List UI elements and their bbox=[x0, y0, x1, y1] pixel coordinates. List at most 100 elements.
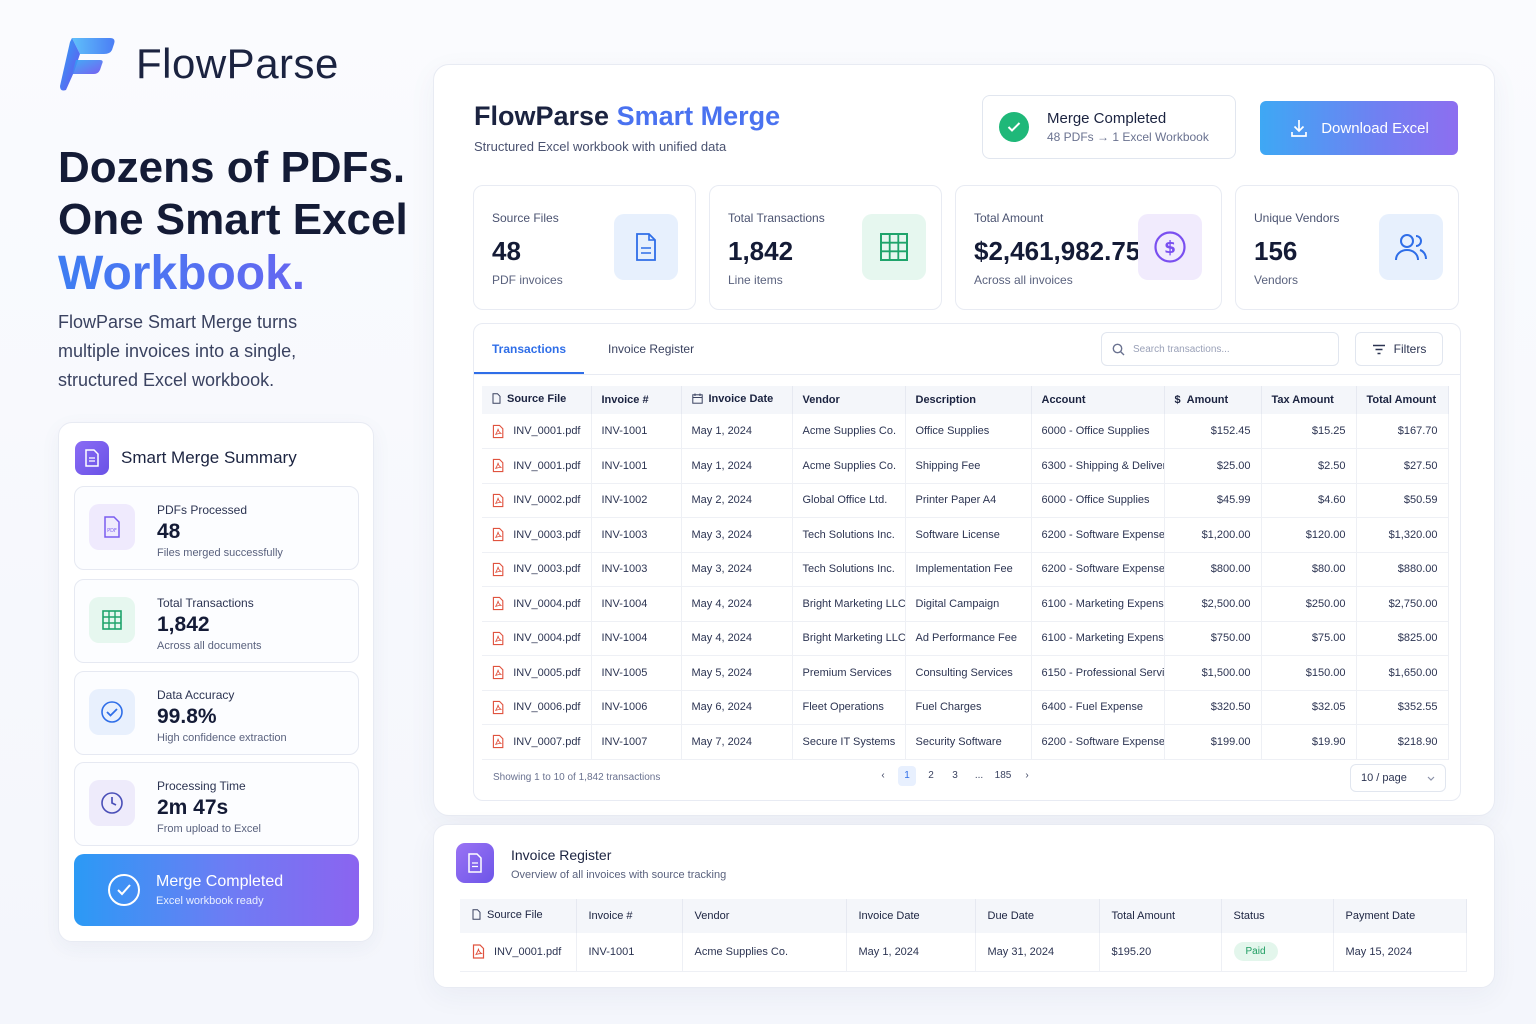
kpi-unique-vendors: Unique Vendors 156 Vendors bbox=[1235, 185, 1459, 310]
filters-button[interactable]: Filters bbox=[1355, 332, 1443, 366]
download-label: Download Excel bbox=[1321, 119, 1429, 137]
pdf-file-icon bbox=[492, 528, 504, 542]
smart-merge-panel: FlowParse Smart Merge Structured Excel w… bbox=[433, 64, 1495, 816]
cell-description: Fuel Charges bbox=[905, 690, 1032, 725]
table-row[interactable]: INV_0005.pdf INV-1005 May 5, 2024 Premium S… bbox=[482, 655, 1449, 691]
download-excel-button[interactable]: Download Excel bbox=[1260, 101, 1458, 155]
table-row[interactable]: INV_0001.pdf INV-1001 May 1, 2024 Acme Supp… bbox=[482, 448, 1449, 484]
cell-account: 6000 - Office Supplies bbox=[1031, 483, 1165, 518]
banner-subtitle: Excel workbook ready bbox=[156, 895, 264, 907]
file-name: INV_0001.pdf bbox=[513, 425, 581, 437]
col-total-amount[interactable]: Total Amount bbox=[1356, 386, 1449, 414]
cell-source-file: INV_0005.pdf bbox=[482, 655, 592, 691]
cell-account: 6000 - Office Supplies bbox=[1031, 414, 1165, 449]
page-3[interactable]: 3 bbox=[946, 766, 964, 786]
register-subtitle: Overview of all invoices with source tra… bbox=[511, 869, 727, 881]
table-row[interactable]: INV_0006.pdf INV-1006 May 6, 2024 Fleet Ope… bbox=[482, 690, 1449, 725]
per-page-select[interactable]: 10 / page bbox=[1350, 764, 1446, 792]
table-row[interactable]: INV_0003.pdf INV-1003 May 3, 2024 Tech Solu… bbox=[482, 552, 1449, 587]
page-1[interactable]: 1 bbox=[898, 766, 916, 786]
col-due-date[interactable]: Due Date bbox=[975, 899, 1100, 933]
cell-vendor: Premium Services bbox=[792, 655, 906, 691]
stat-data-accuracy: Data Accuracy 99.8% High confidence extr… bbox=[74, 671, 359, 755]
file-name: INV_0003.pdf bbox=[513, 528, 581, 541]
table-row[interactable]: INV_0004.pdf INV-1004 May 4, 2024 Bright Ma… bbox=[482, 621, 1449, 656]
table-row[interactable]: INV_0007.pdf INV-1007 May 7, 2024 Secure IT… bbox=[482, 724, 1449, 760]
cell-status: Paid bbox=[1221, 933, 1334, 972]
cell-amount: $152.45 bbox=[1164, 414, 1262, 449]
table-row[interactable]: INV_0002.pdf INV-1002 May 2, 2024 Global Of… bbox=[482, 483, 1449, 518]
col-tax-amount[interactable]: Tax Amount bbox=[1261, 386, 1357, 414]
kpi-note: Line items bbox=[728, 273, 783, 287]
pagination-prev-icon[interactable]: ‹ bbox=[874, 766, 892, 786]
search-input[interactable] bbox=[1133, 343, 1323, 355]
table-footer-summary: Showing 1 to 10 of 1,842 transactions bbox=[493, 772, 661, 783]
tab-invoice-register[interactable]: Invoice Register bbox=[590, 324, 712, 374]
col-status[interactable]: Status bbox=[1221, 899, 1334, 933]
table-row[interactable]: INV_0001.pdf INV-1001 May 1, 2024 Acme Supp… bbox=[482, 414, 1449, 449]
kpi-value: 1,842 bbox=[728, 236, 794, 266]
cell-invoice-date: May 1, 2024 bbox=[681, 414, 793, 449]
transactions-card: Transactions Invoice Register Filters So… bbox=[473, 323, 1461, 801]
col-vendor[interactable]: Vendor bbox=[682, 899, 847, 933]
col-payment-date[interactable]: Payment Date bbox=[1333, 899, 1467, 933]
calendar-icon bbox=[691, 393, 703, 404]
register-header-row: Source File Invoice # Vendor Invoice Dat… bbox=[460, 899, 1467, 933]
transactions-table: Source File Invoice # Invoice Date Vendo… bbox=[482, 386, 1449, 760]
pdf-file-icon bbox=[472, 944, 485, 959]
cell-invoice-date: May 6, 2024 bbox=[681, 690, 793, 725]
pagination: ‹ 1 2 3 ... 185 › bbox=[874, 766, 1036, 786]
cell-source-file: INV_0006.pdf bbox=[482, 690, 592, 725]
col-account[interactable]: Account bbox=[1031, 386, 1165, 414]
cell-description: Printer Paper A4 bbox=[905, 483, 1032, 518]
kpi-value: $2,461,982.75 bbox=[974, 236, 1141, 266]
pagination-next-icon[interactable]: › bbox=[1018, 766, 1036, 786]
cell-invoice-date: May 3, 2024 bbox=[681, 517, 793, 553]
kpi-note: PDF invoices bbox=[492, 273, 563, 287]
col-invoice-date[interactable]: Invoice Date bbox=[846, 899, 976, 933]
cell-amount: $1,500.00 bbox=[1164, 655, 1262, 691]
tile-label: PDFs Processed bbox=[157, 503, 248, 517]
cell-source-file: INV_0001.pdf bbox=[460, 933, 577, 972]
panel-subtitle: Structured Excel workbook with unified d… bbox=[474, 139, 727, 154]
col-invoice-date[interactable]: Invoice Date bbox=[681, 386, 793, 414]
col-invoice-number[interactable]: Invoice # bbox=[576, 899, 683, 933]
pdf-file-icon bbox=[492, 493, 504, 507]
flowparse-logo-icon bbox=[60, 38, 115, 91]
col-vendor[interactable]: Vendor bbox=[792, 386, 906, 414]
merge-completed-banner[interactable]: Merge Completed Excel workbook ready bbox=[74, 854, 359, 926]
table-row[interactable]: INV_0004.pdf INV-1004 May 4, 2024 Bright Ma… bbox=[482, 586, 1449, 622]
pdf-file-icon bbox=[492, 735, 504, 749]
page-2[interactable]: 2 bbox=[922, 766, 940, 786]
cell-invoice-number: INV-1001 bbox=[576, 933, 683, 972]
cell-tax-amount: $120.00 bbox=[1261, 517, 1357, 553]
cell-vendor: Bright Marketing LLC bbox=[792, 621, 906, 656]
col-amount[interactable]: $ Amount bbox=[1164, 386, 1262, 414]
spreadsheet-grid-icon bbox=[89, 597, 135, 643]
tab-transactions[interactable]: Transactions bbox=[474, 324, 585, 374]
col-invoice-number[interactable]: Invoice # bbox=[591, 386, 682, 414]
col-description[interactable]: Description bbox=[905, 386, 1032, 414]
cell-total-amount: $50.59 bbox=[1356, 483, 1449, 518]
table-row[interactable]: INV_0001.pdf INV-1001 Acme Supplies Co. May… bbox=[460, 933, 1467, 972]
col-source-file[interactable]: Source File bbox=[482, 386, 592, 414]
cell-vendor: Bright Marketing LLC bbox=[792, 586, 906, 622]
file-name: INV_0001.pdf bbox=[513, 459, 581, 472]
col-total-amount[interactable]: Total Amount bbox=[1099, 899, 1222, 933]
file-icon bbox=[492, 393, 501, 405]
page-last[interactable]: 185 bbox=[994, 766, 1012, 786]
search-box bbox=[1101, 332, 1339, 366]
table-row[interactable]: INV_0003.pdf INV-1003 May 3, 2024 Tech Solu… bbox=[482, 517, 1449, 553]
kpi-label: Source Files bbox=[492, 211, 559, 225]
svg-text:PDF: PDF bbox=[107, 528, 117, 534]
cell-total-amount: $167.70 bbox=[1356, 414, 1449, 449]
cell-tax-amount: $19.90 bbox=[1261, 724, 1357, 760]
cell-invoice-number: INV-1004 bbox=[591, 621, 682, 656]
cell-invoice-number: INV-1006 bbox=[591, 690, 682, 725]
file-name: INV_0005.pdf bbox=[513, 666, 581, 679]
pdf-file-icon bbox=[492, 700, 504, 714]
tile-label: Data Accuracy bbox=[157, 688, 235, 702]
kpi-value: 48 bbox=[492, 236, 521, 266]
col-source-file[interactable]: Source File bbox=[460, 899, 577, 933]
chevron-down-icon bbox=[1427, 776, 1435, 781]
